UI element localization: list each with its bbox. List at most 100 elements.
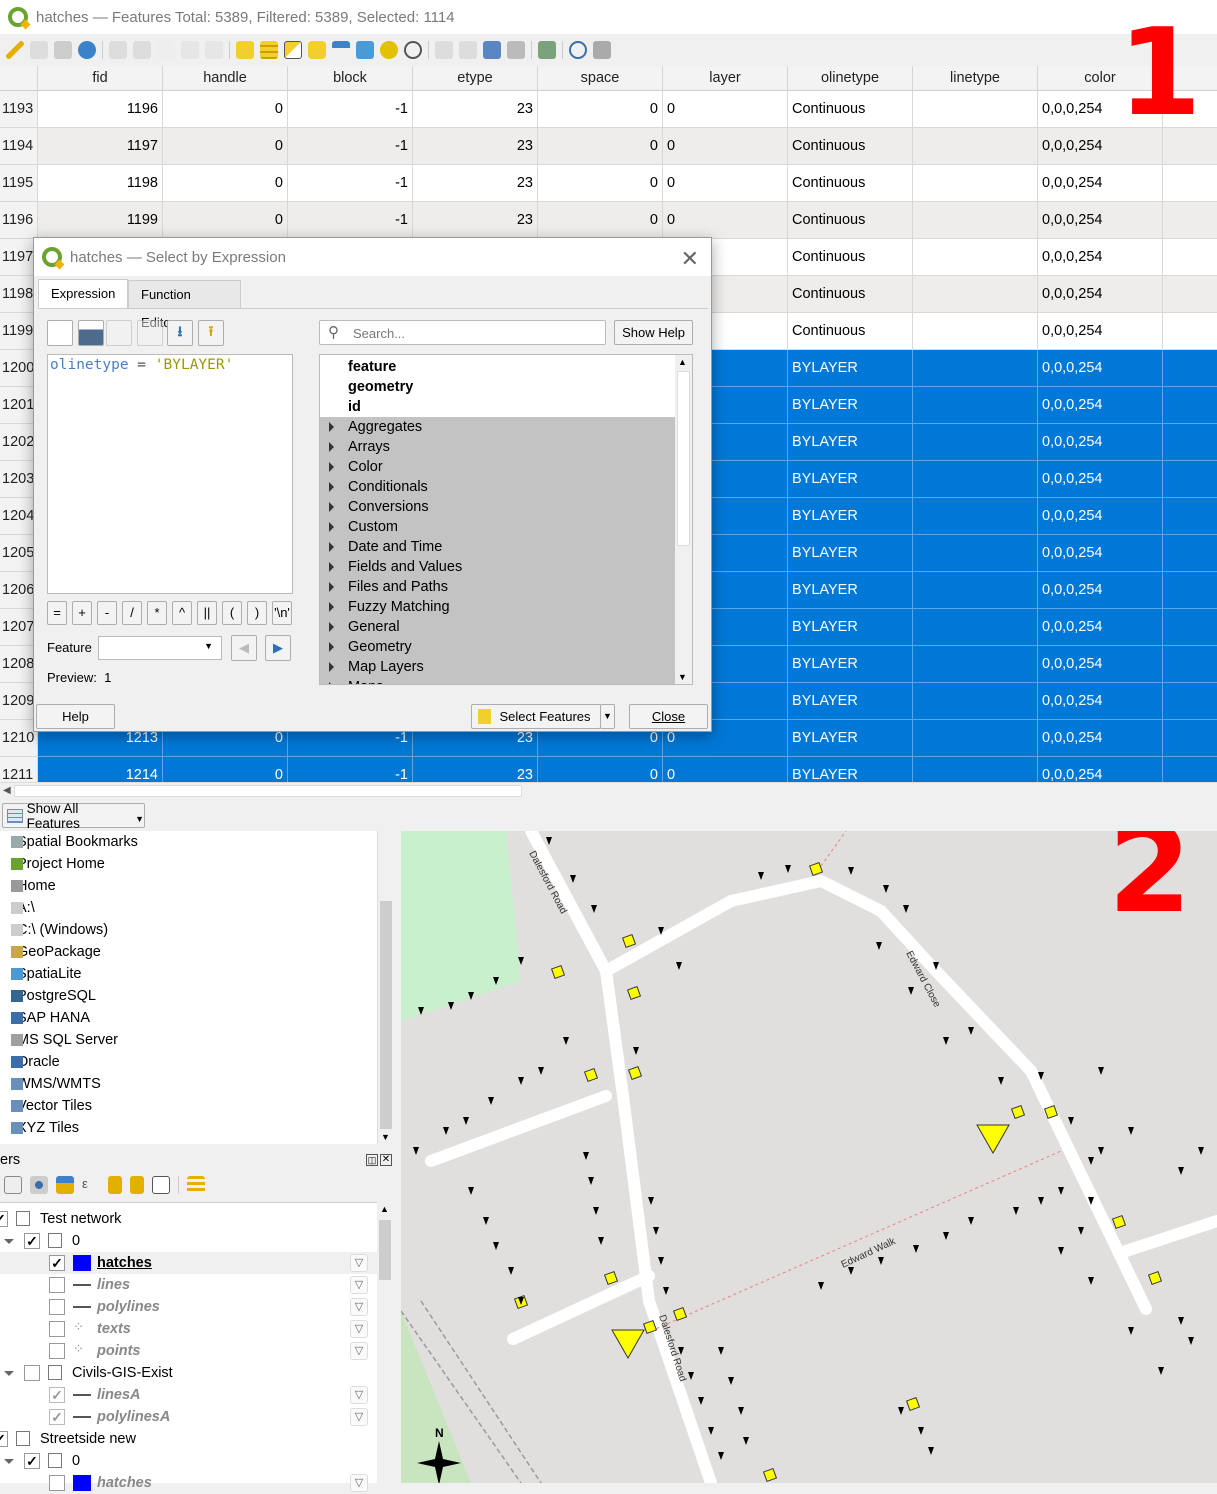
cell-olinetype[interactable]: Continuous: [788, 128, 913, 165]
expand-arrow-icon[interactable]: [329, 422, 334, 432]
cell-color[interactable]: 0,0,0,254: [1038, 683, 1163, 720]
filter-icon[interactable]: ▽: [350, 1254, 368, 1272]
cell-color[interactable]: 0,0,0,254: [1038, 609, 1163, 646]
layer-visibility-checkbox[interactable]: ✓: [0, 1431, 8, 1447]
layer-item[interactable]: ✓ polylinesA ▽: [0, 1406, 377, 1428]
expand-arrow-icon[interactable]: [329, 622, 334, 632]
scroll-down-icon[interactable]: ▼: [381, 1132, 390, 1142]
function-search-input[interactable]: ⚲ Search...: [319, 320, 606, 345]
add-feature-icon[interactable]: [109, 41, 127, 59]
function-item[interactable]: feature: [320, 357, 676, 377]
cell-layer[interactable]: 0: [663, 128, 788, 165]
browser-item[interactable]: PostgreSQL: [11, 985, 96, 1007]
multi-edit-icon[interactable]: [30, 41, 48, 59]
layer-item[interactable]: ⁘ points ▽: [0, 1340, 377, 1362]
next-feature-icon[interactable]: ▶: [265, 635, 291, 661]
function-item[interactable]: Conditionals: [320, 477, 676, 497]
cell-color[interactable]: 0,0,0,254: [1038, 239, 1163, 276]
column-header-block[interactable]: block: [288, 66, 413, 91]
function-item[interactable]: General: [320, 617, 676, 637]
function-item[interactable]: Color: [320, 457, 676, 477]
browser-item[interactable]: A:\: [11, 897, 35, 919]
cell-color[interactable]: 0,0,0,254: [1038, 720, 1163, 757]
cell-linetype[interactable]: [913, 757, 1038, 782]
cell-linetype[interactable]: [913, 91, 1038, 128]
cell-olinetype[interactable]: Continuous: [788, 165, 913, 202]
expand-arrow-icon[interactable]: [329, 662, 334, 672]
operator-button[interactable]: -: [97, 601, 117, 625]
cell-oc[interactable]: [1163, 239, 1217, 276]
column-header-handle[interactable]: handle: [163, 66, 288, 91]
paste-icon[interactable]: [205, 41, 223, 59]
cell-oc[interactable]: [1163, 720, 1217, 757]
expand-arrow-icon[interactable]: [329, 522, 334, 532]
cell-oc[interactable]: [1163, 535, 1217, 572]
cell-layer[interactable]: 0: [663, 91, 788, 128]
layer-visibility-checkbox[interactable]: ✓: [0, 1211, 8, 1227]
function-list[interactable]: Maps Map Layers Geometry General Fuzzy Match…: [319, 354, 693, 685]
actions-icon[interactable]: [538, 41, 556, 59]
cell-linetype[interactable]: [913, 239, 1038, 276]
cell-olinetype[interactable]: BYLAYER: [788, 757, 913, 782]
manage-visibility-icon[interactable]: [30, 1176, 48, 1194]
cell-linetype[interactable]: [913, 313, 1038, 350]
column-header-olinetype[interactable]: olinetype: [788, 66, 913, 91]
function-item[interactable]: Maps: [320, 677, 676, 684]
layer-item[interactable]: ✓ Streetside new: [0, 1428, 377, 1450]
cell-oc[interactable]: [1163, 202, 1217, 239]
filter-icon[interactable]: ▽: [350, 1408, 368, 1426]
cell-olinetype[interactable]: Continuous: [788, 276, 913, 313]
operator-button[interactable]: =: [47, 601, 67, 625]
cell-oc[interactable]: [1163, 461, 1217, 498]
browser-item[interactable]: Vector Tiles: [11, 1095, 92, 1117]
layer-item[interactable]: Civils-GIS-Exist: [0, 1362, 377, 1384]
filter-legend-icon[interactable]: [56, 1176, 74, 1194]
zoom-to-selection-icon[interactable]: [404, 41, 422, 59]
expand-arrow-icon[interactable]: [329, 642, 334, 652]
layer-visibility-checkbox[interactable]: [49, 1475, 65, 1491]
cell-linetype[interactable]: [913, 276, 1038, 313]
cell-fid[interactable]: 1196: [38, 91, 163, 128]
function-item[interactable]: Conversions: [320, 497, 676, 517]
function-item[interactable]: Fuzzy Matching: [320, 597, 676, 617]
cell-linetype[interactable]: [913, 720, 1038, 757]
copy-icon[interactable]: [181, 41, 199, 59]
cell-color[interactable]: 0,0,0,254: [1038, 757, 1163, 782]
cell-space[interactable]: 0: [538, 757, 663, 782]
collapse-arrow-icon[interactable]: [4, 1459, 14, 1464]
column-header-fid[interactable]: fid: [38, 66, 163, 91]
cell-oc[interactable]: [1163, 387, 1217, 424]
cell-linetype[interactable]: [913, 202, 1038, 239]
deselect-icon[interactable]: [308, 41, 326, 59]
cell-layer[interactable]: 0: [663, 165, 788, 202]
filter-icon[interactable]: ▽: [350, 1320, 368, 1338]
layer-visibility-checkbox[interactable]: [49, 1343, 65, 1359]
filter-icon[interactable]: ▽: [350, 1342, 368, 1360]
function-item[interactable]: Fields and Values: [320, 557, 676, 577]
cell-linetype[interactable]: [913, 646, 1038, 683]
cell-olinetype[interactable]: Continuous: [788, 202, 913, 239]
layer-visibility-checkbox[interactable]: ✓: [49, 1255, 65, 1271]
delete-feature-icon[interactable]: [133, 41, 151, 59]
cell-color[interactable]: 0,0,0,254: [1038, 461, 1163, 498]
layer-visibility-checkbox[interactable]: ✓: [24, 1233, 40, 1249]
delete-icon[interactable]: [137, 320, 163, 346]
browser-item[interactable]: MS SQL Server: [11, 1029, 118, 1051]
browser-item[interactable]: Spatial Bookmarks: [11, 831, 138, 853]
expand-arrow-icon[interactable]: [329, 682, 334, 684]
layer-item[interactable]: ✓ hatches ▽: [0, 1252, 377, 1274]
collapse-arrow-icon[interactable]: [4, 1371, 14, 1376]
column-header-linetype[interactable]: linetype: [913, 66, 1038, 91]
filter-icon[interactable]: ▽: [350, 1276, 368, 1294]
cell-linetype[interactable]: [913, 387, 1038, 424]
cell-block[interactable]: -1: [288, 128, 413, 165]
layer-item[interactable]: hatches ▽: [0, 1472, 377, 1494]
layer-order-icon[interactable]: [187, 1176, 205, 1194]
function-item[interactable]: Geometry: [320, 637, 676, 657]
cell-linetype[interactable]: [913, 350, 1038, 387]
cell-space[interactable]: 0: [538, 91, 663, 128]
row-header[interactable]: 1193: [0, 91, 38, 128]
cell-etype[interactable]: 23: [413, 202, 538, 239]
layer-item[interactable]: ✓ 0: [0, 1230, 377, 1252]
select-by-expression-icon[interactable]: [236, 41, 254, 59]
